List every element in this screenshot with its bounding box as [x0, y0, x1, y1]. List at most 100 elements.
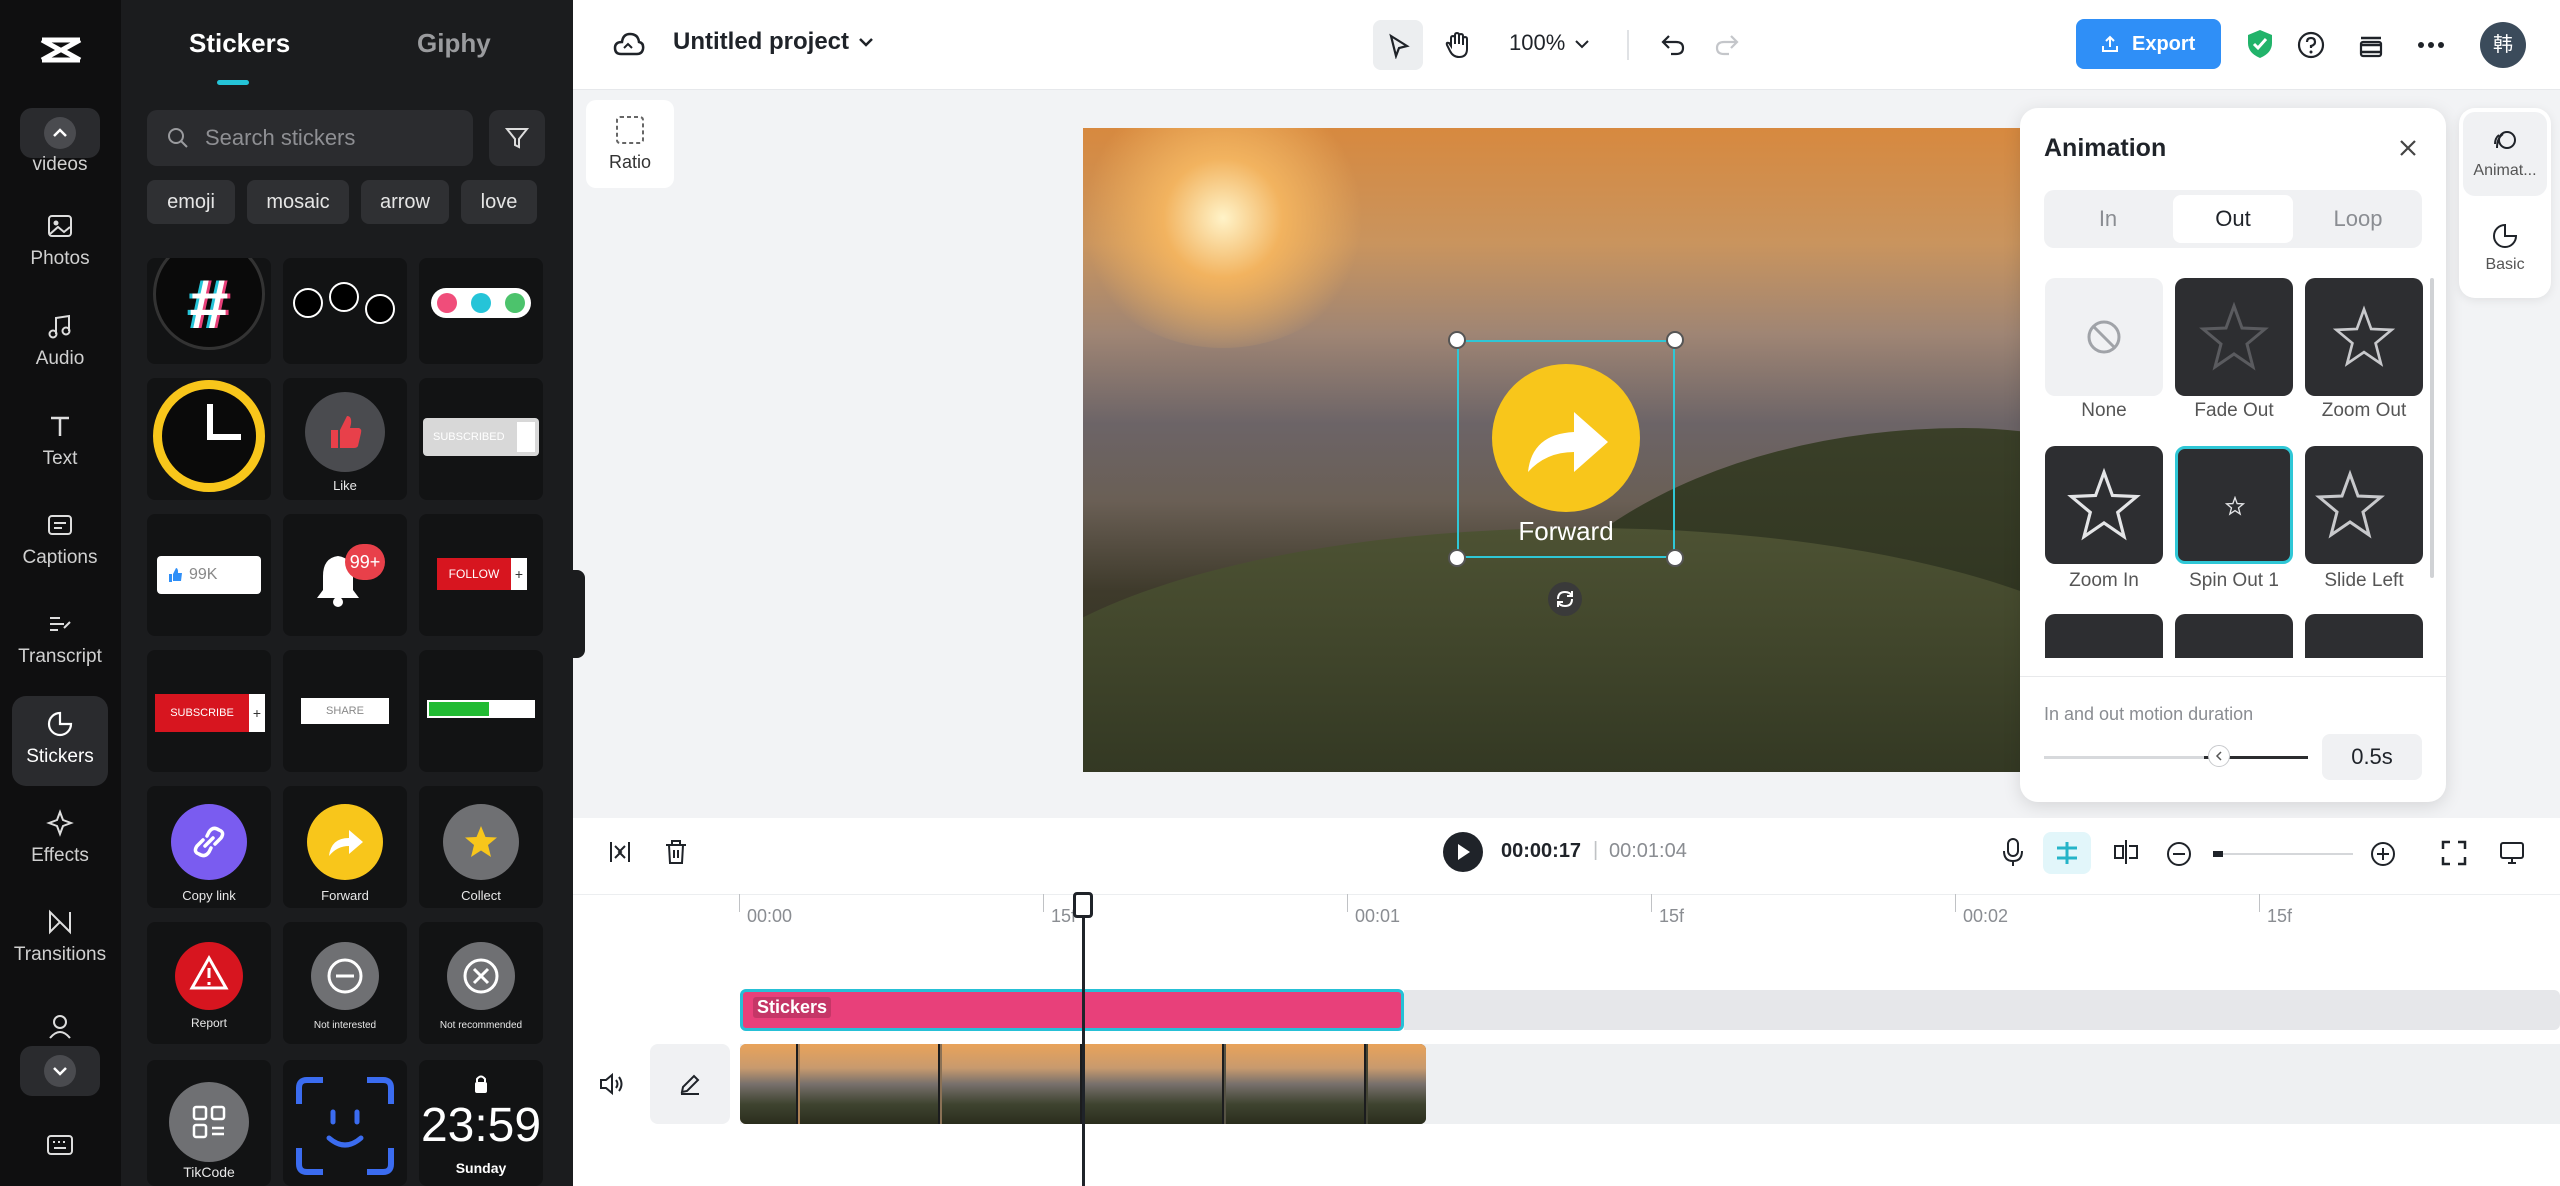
delete-icon[interactable] — [663, 838, 689, 866]
animation-option-more-3[interactable] — [2305, 614, 2423, 658]
layers-icon[interactable] — [2356, 30, 2386, 60]
animation-option-fade-out[interactable] — [2175, 278, 2293, 396]
hand-icon[interactable] — [1443, 30, 1473, 60]
sticker-reactions[interactable] — [283, 258, 407, 364]
zoom-level[interactable]: 100% — [1509, 30, 1565, 56]
rail-item-effects[interactable]: Effects — [12, 795, 108, 885]
playhead-handle[interactable] — [1073, 892, 1093, 918]
chevron-down-icon[interactable] — [857, 36, 875, 50]
sticker-subscribed[interactable]: SUBSCRIBED — [419, 378, 543, 500]
resize-handle-bottom-right[interactable] — [1666, 549, 1684, 567]
sticker-like[interactable]: Like — [283, 378, 407, 500]
split-icon[interactable] — [607, 838, 633, 866]
slider-knob[interactable] — [2208, 745, 2230, 767]
rail-item-audio[interactable]: Audio — [12, 298, 108, 388]
volume-icon[interactable] — [598, 1072, 624, 1096]
tab-in[interactable]: In — [2048, 195, 2168, 243]
sidepanel-item-basic[interactable]: Basic — [2463, 206, 2547, 290]
rail-item-transitions[interactable]: Transitions — [12, 894, 108, 984]
sticker-download[interactable] — [419, 650, 543, 772]
shield-check-icon[interactable] — [2246, 28, 2274, 60]
tab-giphy[interactable]: Giphy — [417, 28, 491, 59]
help-icon[interactable] — [2296, 30, 2326, 60]
rail-item-transcript[interactable]: Transcript — [12, 596, 108, 686]
panel-collapse-handle[interactable] — [573, 570, 585, 658]
sticker-face-scan[interactable] — [283, 1060, 407, 1186]
chip-emoji[interactable]: emoji — [147, 180, 235, 224]
ratio-button[interactable]: Ratio — [586, 100, 674, 188]
resize-handle-bottom-left[interactable] — [1448, 549, 1466, 567]
sticker-tikcode[interactable]: TikCode — [147, 1060, 271, 1186]
zoom-out-icon[interactable] — [2165, 840, 2193, 868]
animation-option-spin-out-1[interactable] — [2175, 446, 2293, 564]
animation-option-none[interactable] — [2045, 278, 2163, 396]
edit-cover-button[interactable] — [650, 1044, 730, 1124]
project-title[interactable]: Untitled project — [673, 28, 849, 56]
sidepanel-item-animation[interactable]: Animat... — [2463, 112, 2547, 196]
chip-mosaic[interactable]: mosaic — [247, 180, 349, 224]
sticker-99k[interactable]: 99K — [147, 514, 271, 636]
redo-icon[interactable] — [1713, 30, 1741, 58]
sticker-bell[interactable]: 99+ — [283, 514, 407, 636]
more-icon[interactable] — [2416, 40, 2446, 50]
duration-value[interactable]: 0.5s — [2322, 734, 2422, 780]
animation-option-more-2[interactable] — [2175, 614, 2293, 658]
play-icon — [1458, 844, 1470, 860]
sticker-clock-ring[interactable] — [147, 378, 271, 500]
snap-toggle[interactable] — [2043, 832, 2091, 874]
fullscreen-icon[interactable] — [2441, 840, 2467, 866]
tab-loop[interactable]: Loop — [2298, 195, 2418, 243]
monitor-icon[interactable] — [2499, 840, 2525, 866]
cloud-icon[interactable] — [613, 30, 645, 58]
microphone-icon[interactable] — [2001, 836, 2025, 868]
tab-stickers[interactable]: Stickers — [189, 28, 290, 59]
sticker-collect[interactable]: Collect — [419, 786, 543, 908]
duration-slider[interactable] — [2044, 745, 2308, 767]
rail-item-captions[interactable]: Captions — [12, 497, 108, 587]
sticker-copy-link[interactable]: Copy link — [147, 786, 271, 908]
avatar[interactable]: 韩 — [2480, 22, 2526, 68]
rail-item-text[interactable]: Text — [12, 398, 108, 488]
keyboard-icon[interactable] — [46, 1134, 74, 1156]
sticker-share[interactable]: SHARE — [283, 650, 407, 772]
rail-item-stickers[interactable]: Stickers — [12, 696, 108, 786]
sticker-subscribe[interactable]: SUBSCRIBE + — [147, 650, 271, 772]
timeline-zoom-slider[interactable] — [2213, 851, 2353, 857]
plugins-icon[interactable] — [46, 1012, 74, 1040]
sticker-hashtag[interactable]: # — [147, 258, 271, 364]
sticker-color-dots[interactable] — [419, 258, 543, 364]
animation-option-zoom-in[interactable] — [2045, 446, 2163, 564]
rotate-handle[interactable] — [1548, 582, 1582, 616]
select-tool-button[interactable] — [1373, 20, 1423, 70]
resize-handle-top-left[interactable] — [1448, 331, 1466, 349]
rail-item-photos[interactable]: Photos — [12, 198, 108, 288]
sticker-follow[interactable]: FOLLOW + — [419, 514, 543, 636]
export-button[interactable]: Export — [2076, 19, 2221, 69]
sticker-not-interested[interactable]: Not interested — [283, 922, 407, 1044]
undo-icon[interactable] — [1659, 30, 1687, 58]
playhead[interactable] — [1082, 894, 1085, 1186]
animation-option-slide-left[interactable] — [2305, 446, 2423, 564]
sticker-clock-2359[interactable]: 23:59 Sunday — [419, 1060, 543, 1186]
close-icon[interactable] — [2396, 136, 2420, 160]
forward-sticker[interactable] — [1492, 364, 1640, 512]
chip-love[interactable]: love — [461, 180, 537, 224]
sticker-forward[interactable]: Forward — [283, 786, 407, 908]
chevron-down-icon[interactable] — [1573, 38, 1591, 52]
rail-item-videos[interactable]: videos — [12, 150, 108, 176]
animation-option-zoom-out[interactable] — [2305, 278, 2423, 396]
zoom-in-icon[interactable] — [2369, 840, 2397, 868]
sticker-not-recommended[interactable]: Not recommended — [419, 922, 543, 1044]
animation-option-more-1[interactable] — [2045, 614, 2163, 658]
sticker-clip[interactable]: Stickers — [740, 989, 1404, 1031]
resize-handle-top-right[interactable] — [1666, 331, 1684, 349]
sticker-report[interactable]: Report — [147, 922, 271, 1044]
scrollbar[interactable] — [2430, 278, 2434, 578]
tab-out[interactable]: Out — [2173, 195, 2293, 243]
split-clip-icon[interactable] — [2111, 838, 2141, 866]
chip-arrow[interactable]: arrow — [361, 180, 449, 224]
search-input[interactable]: Search stickers — [147, 110, 473, 166]
play-button[interactable] — [1443, 832, 1483, 872]
filter-button[interactable] — [489, 110, 545, 166]
rail-scroll-down-button[interactable] — [20, 1046, 100, 1096]
